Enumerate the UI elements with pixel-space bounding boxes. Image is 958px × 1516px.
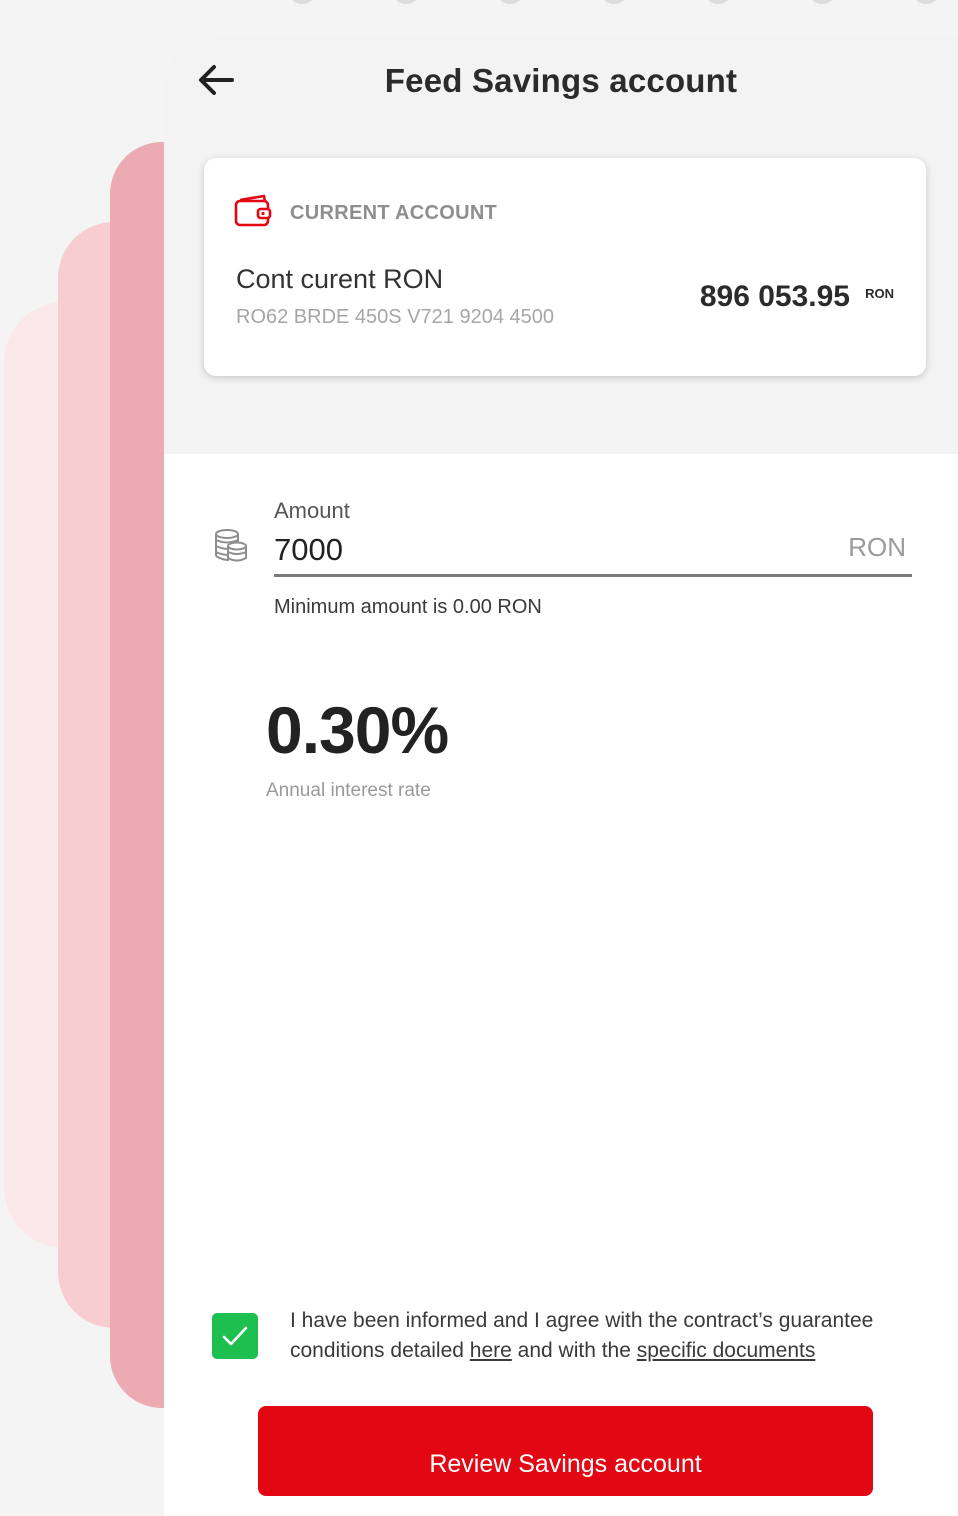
interest-rate-value: 0.30% — [266, 693, 449, 767]
page-title: Feed Savings account — [384, 62, 738, 99]
dot — [706, 0, 730, 4]
account-iban: RO62 BRDE 450S V721 9204 4500 — [236, 306, 554, 328]
dot — [914, 0, 938, 4]
checkmark-icon — [222, 1326, 248, 1346]
amount-currency: RON — [848, 532, 906, 562]
account-name: Cont curent RON — [236, 264, 444, 294]
account-balance: 896 053.95 — [699, 280, 850, 313]
source-account-card[interactable]: CURRENT ACCOUNT Cont curent RON RO62 BRD… — [204, 158, 926, 376]
consent-text-middle: and with the — [511, 1339, 637, 1362]
phone-screen: Feed Savings account CURRENT ACCOUNT Con… — [164, 36, 958, 1516]
wallet-icon — [234, 194, 272, 227]
consent-checkbox[interactable] — [212, 1313, 258, 1359]
amount-input[interactable] — [274, 530, 834, 570]
dot — [498, 0, 522, 4]
consent-link-here[interactable]: here — [470, 1339, 512, 1362]
consent-text: I have been informed and I agree with th… — [290, 1306, 930, 1366]
dot — [810, 0, 834, 4]
dot — [394, 0, 418, 4]
carousel-dots — [290, 0, 958, 8]
account-type-label: CURRENT ACCOUNT — [290, 202, 498, 224]
consent-link-documents[interactable]: specific documents — [637, 1339, 816, 1362]
coins-icon — [215, 529, 247, 562]
dot — [290, 0, 314, 4]
amount-hint: Minimum amount is 0.00 RON — [274, 596, 542, 618]
interest-rate-caption: Annual interest rate — [266, 780, 431, 801]
review-savings-button[interactable]: Review Savings account — [258, 1406, 873, 1496]
balance-currency: RON — [865, 286, 894, 301]
amount-underline — [274, 574, 912, 577]
dot — [602, 0, 626, 4]
amount-label: Amount — [274, 498, 350, 523]
